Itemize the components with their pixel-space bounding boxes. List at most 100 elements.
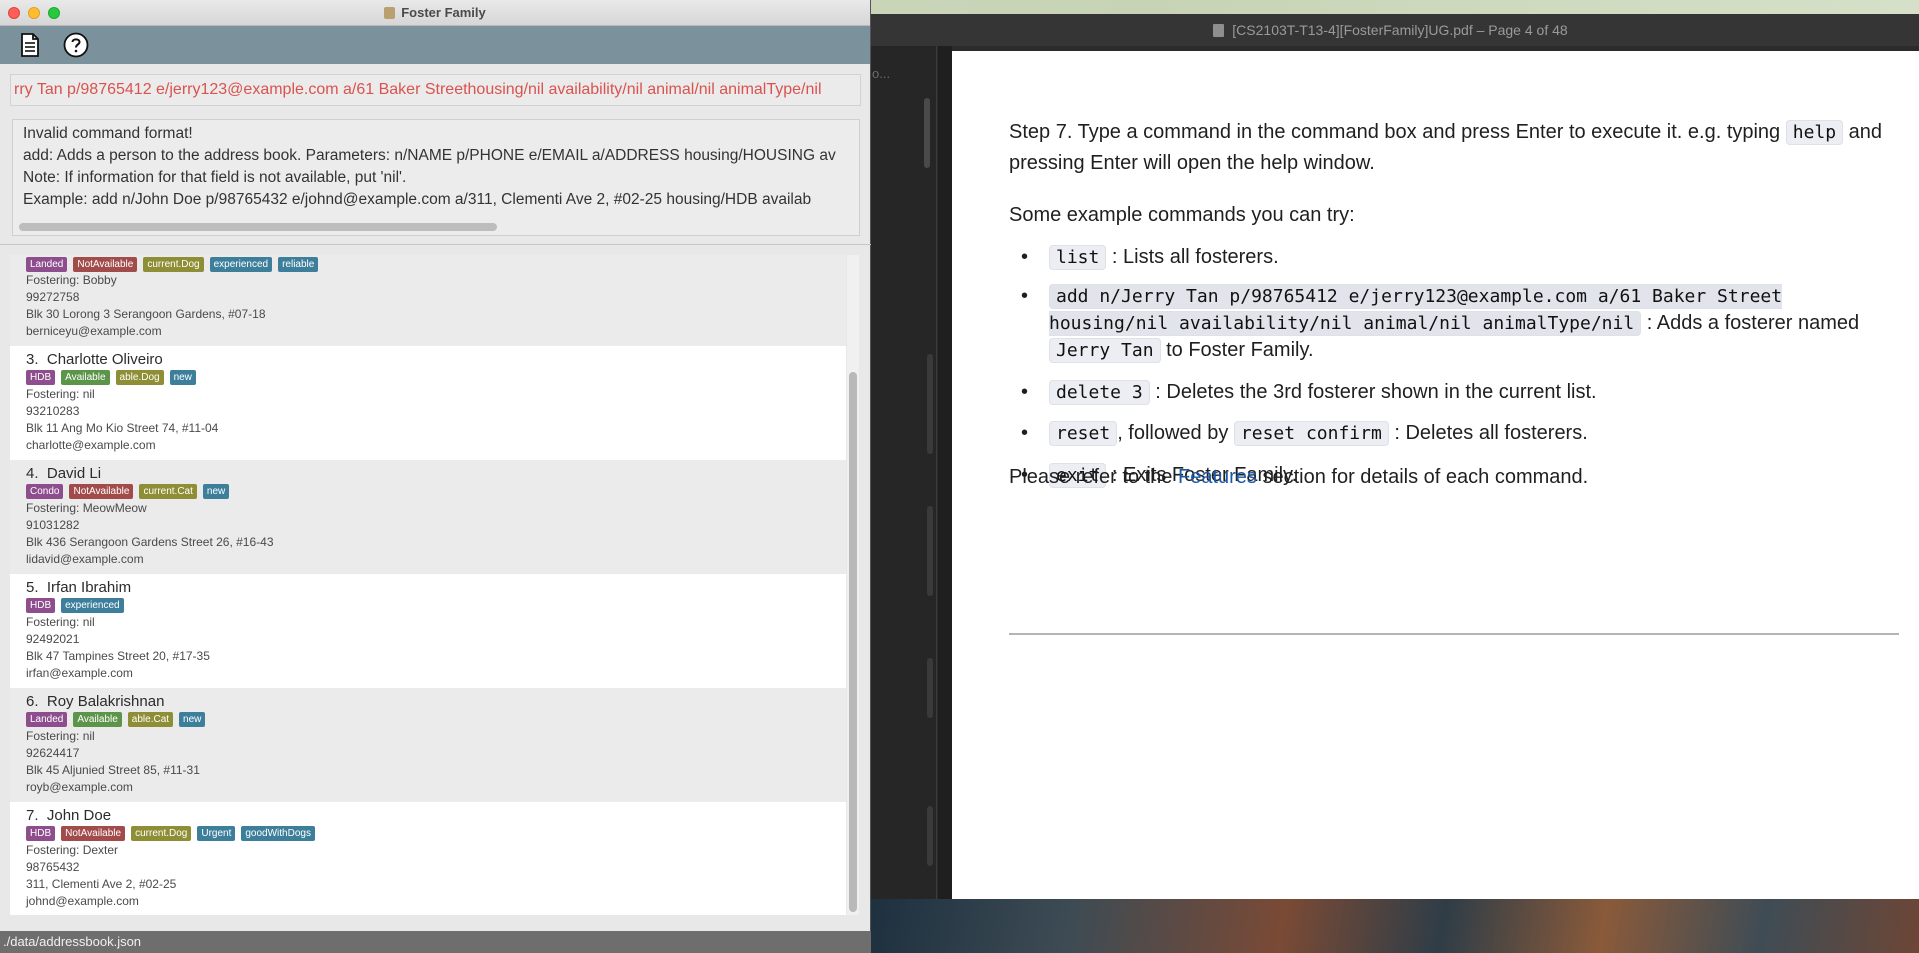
step-7-text: Step 7. Type a command in the command bo… [1009, 121, 1786, 143]
help-code: help [1785, 120, 1844, 145]
phone: 92492021 [26, 632, 80, 646]
pdf-thumbnail-strip[interactable] [927, 354, 933, 454]
person-name: 6. Roy Balakrishnan [26, 693, 164, 710]
tag-row: HDB experienced [26, 598, 124, 613]
close-window-button[interactable] [8, 7, 20, 19]
person-card[interactable]: 5. Irfan Ibrahim HDB experienced Fosteri… [10, 574, 846, 688]
maximize-window-button[interactable] [48, 7, 60, 19]
person-card[interactable]: 7. John Doe HDB NotAvailable current.Dog… [10, 802, 846, 915]
person-name: 3. Charlotte Oliveiro [26, 351, 163, 368]
command-input[interactable]: rry Tan p/98765412 e/jerry123@example.co… [10, 74, 861, 106]
email: johnd@example.com [26, 894, 139, 908]
command-description: to Foster Family. [1160, 339, 1314, 361]
tag-row: HDB NotAvailable current.Dog Urgent good… [26, 826, 315, 841]
features-link[interactable]: Features [1178, 466, 1257, 488]
tag-row: Condo NotAvailable current.Cat new [26, 484, 230, 499]
command-code: Jerry Tan [1049, 338, 1161, 363]
phone: 99272758 [26, 290, 80, 304]
address: Blk 45 Aljunied Street 85, #11-31 [26, 763, 200, 777]
tag: current.Cat [139, 484, 197, 499]
command-description: : Adds a fosterer named [1641, 312, 1860, 334]
person-name: 5. Irfan Ibrahim [26, 579, 131, 596]
pdf-document-icon [1213, 23, 1225, 37]
tag-row: Landed Available able.Cat new [26, 712, 206, 727]
command-code: delete 3 [1049, 380, 1150, 405]
tag: HDB [26, 826, 56, 841]
status-bar: ./data/addressbook.json [0, 931, 871, 953]
tag: Available [61, 370, 110, 385]
phone: 98765432 [26, 860, 80, 874]
step-7-paragraph: Step 7. Type a command in the command bo… [1009, 117, 1909, 179]
person-name: 7. John Doe [26, 807, 111, 824]
help-icon[interactable] [62, 31, 90, 59]
fostering-info: Fostering: Bobby [26, 273, 117, 287]
result-line: Invalid command format! [23, 125, 193, 142]
tag: able.Dog [115, 370, 164, 385]
command-description: : Deletes all fosterers. [1388, 422, 1588, 444]
fostering-info: Fostering: nil [26, 615, 95, 629]
pdf-sidebar-scrollbar[interactable] [924, 98, 930, 168]
person-index: 7. [26, 807, 39, 824]
refer-text-end: section for details of each command. [1256, 466, 1589, 488]
refer-text: Please refer to the [1009, 466, 1178, 488]
tag: goodWithDogs [241, 826, 315, 841]
command-description: : Lists all fosterers. [1106, 246, 1279, 268]
command-code: list [1049, 245, 1107, 270]
person-name-text: Irfan Ibrahim [46, 579, 132, 596]
person-name-text: Roy Balakrishnan [46, 693, 165, 710]
app-titlebar[interactable]: Foster Family [0, 0, 870, 26]
tag-row: HDB Available able.Dog new [26, 370, 196, 385]
fostering-info: Fostering: nil [26, 387, 95, 401]
tag: new [169, 370, 196, 385]
pdf-thumbnail-sidebar[interactable]: o... [862, 46, 937, 899]
person-name-text: John Doe [46, 807, 112, 824]
person-list-scrollbar-thumb[interactable] [849, 372, 857, 912]
command-code: reset [1049, 421, 1118, 446]
email: lidavid@example.com [26, 552, 144, 566]
email: royb@example.com [26, 780, 133, 794]
command-description: : Deletes the 3rd fosterer shown in the … [1149, 381, 1597, 403]
pdf-viewer-window: [CS2103T-T13-4][FosterFamily]UG.pdf – Pa… [862, 14, 1919, 899]
result-line: Note: If information for that field is n… [23, 169, 407, 186]
person-card[interactable]: 4. David Li Condo NotAvailable current.C… [10, 460, 846, 574]
panel-divider[interactable] [0, 244, 871, 245]
phone: 91031282 [26, 518, 80, 532]
fostering-info: Fostering: nil [26, 729, 95, 743]
fostering-info: Fostering: Dexter [26, 843, 119, 857]
address: Blk 47 Tampines Street 20, #17-35 [26, 649, 210, 663]
pdf-thumbnail-strip[interactable] [927, 506, 933, 596]
desktop-wallpaper [860, 898, 1919, 953]
email: berniceyu@example.com [26, 324, 162, 338]
result-line: add: Adds a person to the address book. … [23, 147, 836, 164]
document-icon[interactable] [16, 31, 44, 59]
result-horizontal-scrollbar[interactable] [19, 223, 497, 231]
pdf-gutter [938, 46, 952, 899]
address: Blk 30 Lorong 3 Serangoon Gardens, #07-1… [26, 307, 266, 321]
pdf-titlebar: [CS2103T-T13-4][FosterFamily]UG.pdf – Pa… [862, 14, 1919, 46]
pdf-thumbnail-strip[interactable] [927, 806, 933, 866]
tag: experienced [209, 257, 273, 272]
examples-intro: Some example commands you can try: [1009, 204, 1355, 226]
tag: current.Dog [143, 257, 204, 272]
pdf-sidebar-label: o... [872, 66, 891, 81]
tag: new [202, 484, 230, 499]
app-icon [384, 6, 396, 19]
foster-family-window: Foster Family rry Tan p/98765412 e/jerry… [0, 0, 871, 953]
person-list[interactable]: Landed NotAvailable current.Dog experien… [10, 255, 846, 915]
tag: Urgent [197, 826, 236, 841]
tag-row: Landed NotAvailable current.Dog experien… [26, 257, 319, 272]
pdf-thumbnail-strip[interactable] [927, 658, 933, 718]
tag: Available [73, 712, 122, 727]
phone: 93210283 [26, 404, 80, 418]
tag: able.Cat [127, 712, 174, 727]
command-description: , followed by [1117, 422, 1234, 444]
tag: HDB [26, 598, 56, 613]
minimize-window-button[interactable] [28, 7, 40, 19]
fostering-info: Fostering: MeowMeow [26, 501, 147, 515]
person-card[interactable]: 3. Charlotte Oliveiro HDB Available able… [10, 346, 846, 460]
refer-paragraph: Please refer to the Features section for… [1009, 462, 1909, 493]
tag: HDB [26, 370, 56, 385]
person-index: 4. [26, 465, 39, 482]
tag: new [179, 712, 206, 727]
person-card[interactable]: 6. Roy Balakrishnan Landed Available abl… [10, 688, 846, 802]
